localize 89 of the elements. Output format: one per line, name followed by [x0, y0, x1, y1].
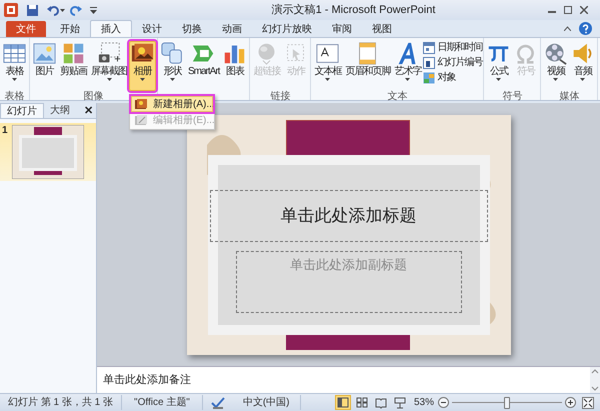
ribbon-button[interactable]: 视频 [542, 41, 570, 91]
ribbon-button[interactable]: 日期和时间 [423, 41, 482, 54]
object-icon [423, 72, 436, 84]
customize-toolbar-icon[interactable] [90, 6, 99, 14]
caret-icon [325, 78, 330, 81]
view-button[interactable] [334, 395, 351, 410]
ribbon-button[interactable]: 艺术字 [392, 41, 424, 91]
caret-icon [140, 78, 145, 81]
view-button[interactable] [392, 395, 408, 410]
ribbon-tab[interactable]: 设计 [132, 21, 172, 37]
scrollbar-drawing [590, 367, 600, 393]
film-reel-icon [544, 42, 568, 65]
language-label: 中文(中国) [232, 395, 301, 410]
ribbon-button[interactable]: 页眉和页脚 [343, 41, 392, 91]
group-label: 链接 [270, 91, 290, 102]
image-icon [33, 42, 56, 65]
ribbon-button[interactable]: 对象 [423, 71, 482, 84]
screenshot-icon [98, 42, 120, 65]
undo-icon[interactable] [47, 4, 65, 16]
ribbon-button[interactable]: 幻灯片编号 [423, 56, 482, 69]
ribbon-button[interactable]: 图表 [221, 41, 248, 91]
slideshow-icon [394, 396, 406, 408]
view-button[interactable] [354, 395, 370, 410]
ribbon-tab[interactable]: 开始 [50, 21, 90, 37]
ribbon-tab[interactable]: 切换 [172, 21, 212, 37]
collapse-ribbon-icon[interactable] [564, 26, 571, 31]
ribbon-button[interactable]: SmartArt [186, 41, 222, 91]
help-icon[interactable] [579, 22, 592, 35]
speaker-icon [571, 42, 594, 65]
fit-to-window-icon[interactable] [582, 396, 594, 408]
ribbon-button[interactable]: 音频 [569, 41, 596, 91]
caret-icon [496, 78, 502, 81]
ribbon-button[interactable]: 相册 [129, 41, 156, 91]
group-label: 媒体 [559, 91, 580, 102]
slide-sorter-icon [356, 396, 368, 408]
redo-icon[interactable] [69, 4, 82, 16]
shapes-icon [161, 42, 184, 65]
caret-icon [106, 78, 112, 81]
ribbon-tab[interactable]: 幻灯片放映 [252, 21, 322, 37]
ribbon-button[interactable]: 剪贴画 [58, 41, 89, 91]
window-title: 演示文稿1 - Microsoft PowerPoint [270, 2, 436, 18]
text-box-icon [316, 42, 340, 65]
file-tab[interactable]: 文件 [6, 21, 46, 37]
ribbon-tab[interactable]: 视图 [362, 21, 402, 37]
caret-icon [170, 78, 175, 81]
group-label: 表格 [4, 91, 24, 102]
close-button[interactable]: ✕ [84, 105, 93, 117]
group-label: 图像 [84, 91, 104, 102]
slide-counter: 幻灯片 第 1 张，共 1 张 [0, 395, 122, 410]
close-icon[interactable] [580, 6, 588, 14]
clip-art-icon [62, 42, 85, 65]
slide-thumbnail-row[interactable]: 1 [0, 123, 96, 181]
zoom-in-icon[interactable] [565, 397, 576, 408]
zoom-level: 53% [414, 396, 434, 410]
group-label: 符号 [502, 91, 522, 102]
save-icon[interactable] [26, 4, 39, 16]
menu-item[interactable]: 新建相册(A)... [131, 96, 213, 112]
table-icon [3, 42, 26, 65]
ribbon-button[interactable]: 表格 [1, 41, 28, 91]
caret-icon [580, 78, 586, 81]
spell-check-icon[interactable] [210, 396, 225, 408]
caret-icon [553, 78, 558, 81]
panel-tab[interactable]: 大纲 [44, 103, 76, 118]
reading-view-icon [374, 396, 387, 408]
slide-number: 1 [2, 125, 9, 136]
ribbon-button[interactable]: 文本框 [312, 41, 344, 91]
ribbon-tab[interactable]: 插入 [90, 20, 132, 37]
ribbon-button[interactable]: 图片 [31, 41, 58, 91]
slider-thumb[interactable] [504, 396, 510, 408]
maximize-icon[interactable] [564, 6, 572, 14]
title-placeholder[interactable]: 单击此处添加标题 [210, 190, 488, 242]
photo-album-icon [135, 99, 147, 109]
caret-icon [405, 78, 410, 81]
ribbon-button[interactable]: 公式 [485, 41, 512, 91]
slide-thumbnail[interactable] [12, 125, 84, 179]
ribbon-tab[interactable]: 审阅 [322, 21, 362, 37]
normal-view-icon [336, 396, 349, 408]
app-logo-icon [4, 3, 18, 17]
edit-album-icon [135, 115, 147, 125]
zoom-out-icon[interactable] [438, 397, 449, 408]
theme-name: "Office 主题" [122, 395, 203, 410]
panel-tab[interactable]: 幻灯片 [0, 103, 44, 118]
calendar-icon [423, 42, 436, 54]
zoom-slider[interactable] [452, 396, 562, 408]
ribbon-button[interactable]: 形状 [159, 41, 186, 91]
slide-number-icon [423, 56, 436, 68]
caret-icon [12, 78, 17, 81]
group-label: 文本 [387, 91, 408, 102]
ribbon-tab[interactable]: 动画 [212, 21, 252, 37]
